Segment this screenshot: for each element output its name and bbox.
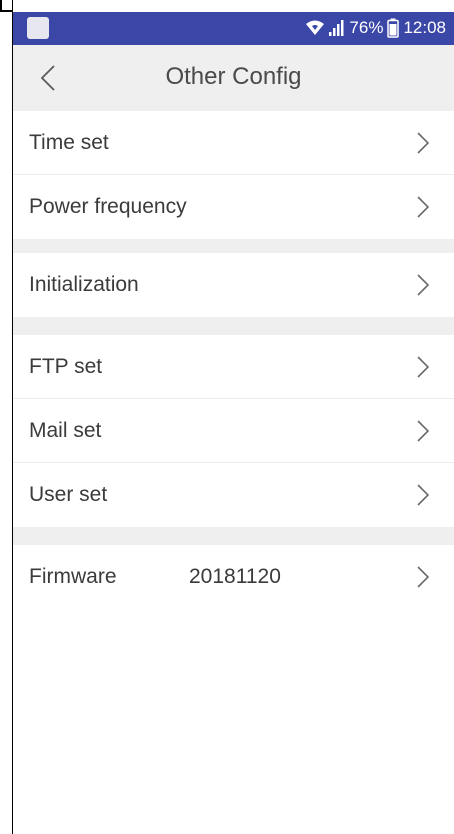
notification-icon — [27, 17, 49, 39]
list-item-ftp-set[interactable]: FTP set — [13, 335, 454, 399]
page-title: Other Config — [165, 63, 302, 90]
chevron-right-icon — [414, 355, 432, 379]
status-indicators: 76% 12:08 — [305, 18, 446, 38]
chevron-right-icon — [414, 419, 432, 443]
chevron-right-icon — [414, 131, 432, 155]
list-item-initialization[interactable]: Initialization — [13, 253, 454, 317]
battery-icon — [387, 18, 400, 38]
chevron-right-icon — [414, 565, 432, 589]
firmware-version: 20181120 — [189, 565, 281, 588]
header: Other Config — [13, 45, 454, 111]
section-divider — [13, 317, 454, 335]
status-time: 12:08 — [403, 18, 446, 37]
status-bar: 76% 12:08 — [13, 12, 454, 45]
settings-list: Time set Power frequency Initialization … — [13, 111, 454, 609]
list-item-firmware[interactable]: Firmware 20181120 — [13, 545, 454, 609]
chevron-right-icon — [414, 195, 432, 219]
list-item-label: Initialization — [29, 273, 139, 296]
signal-icon — [329, 19, 345, 37]
section-divider — [13, 239, 454, 253]
list-item-user-set[interactable]: User set — [13, 463, 454, 527]
wifi-icon — [305, 19, 325, 37]
list-item-power-frequency[interactable]: Power frequency — [13, 175, 454, 239]
list-item-label: Firmware — [29, 565, 117, 588]
list-item-time-set[interactable]: Time set — [13, 111, 454, 175]
list-item-label: Mail set — [29, 418, 102, 442]
list-item-mail-set[interactable]: Mail set — [13, 399, 454, 463]
list-item-label: FTP set — [29, 354, 103, 378]
battery-percent: 76% — [349, 18, 384, 37]
list-item-label: Power frequency — [29, 195, 187, 218]
chevron-right-icon — [414, 273, 432, 297]
chevron-right-icon — [414, 483, 432, 507]
app-screen: 76% 12:08 Other Config Time set Power fr… — [13, 0, 454, 834]
list-item-label: User set — [29, 483, 108, 506]
list-item-label: Time set — [29, 130, 109, 154]
section-divider — [13, 527, 454, 545]
